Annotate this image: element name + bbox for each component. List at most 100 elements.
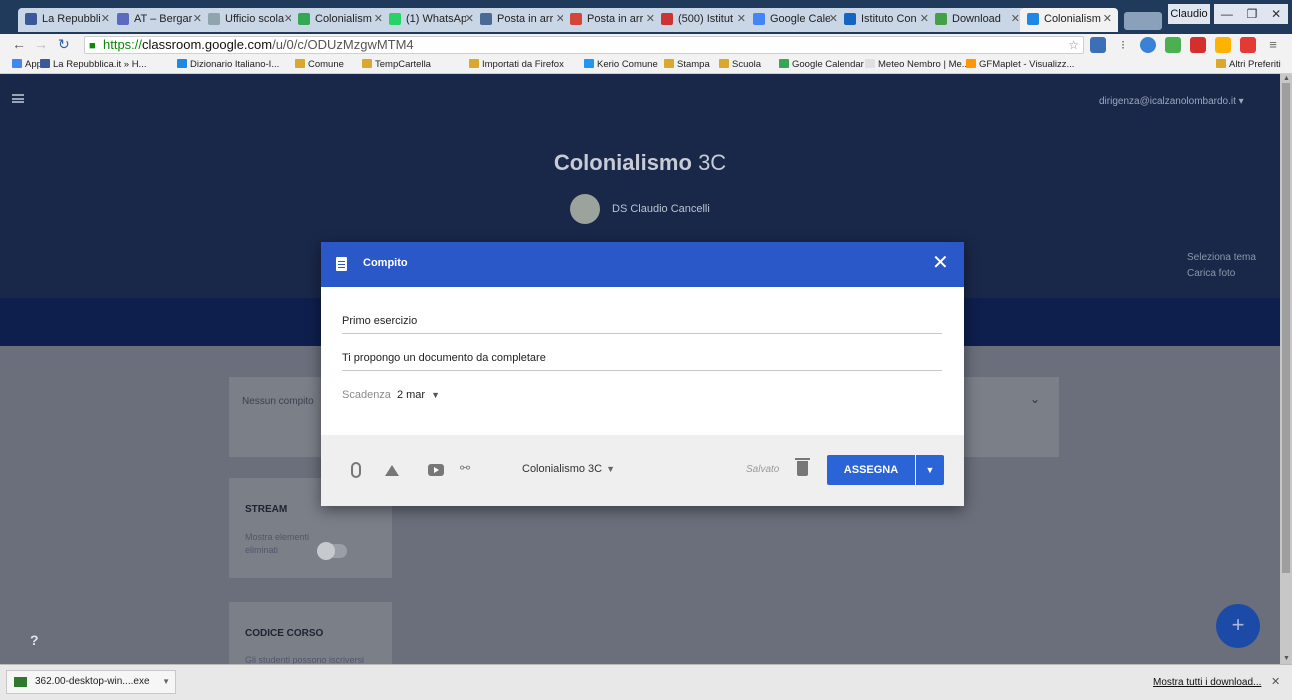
bookmark-item[interactable]: GFMaplet - Visualizz... [966,59,1074,70]
bookmark-label: La Repubblica.it » H... [53,59,147,70]
link-icon[interactable]: ⚯ [460,461,470,475]
bookmark-icon [295,59,305,68]
tab-label: Google Cale [770,13,830,25]
close-window-icon[interactable]: ✕ [1271,7,1281,21]
bookmark-icon [584,59,594,68]
extension-icon[interactable] [1240,37,1256,53]
class-selector[interactable]: Colonialismo 3C ▼ [522,463,615,475]
tab-label: La Repubbli [42,13,101,25]
scroll-up-icon[interactable]: ▲ [1283,75,1290,82]
teacher-name: DS Claudio Cancelli [612,203,710,215]
maximize-icon[interactable]: ❐ [1247,7,1258,21]
menu-icon[interactable] [12,94,24,103]
bookmark-item[interactable]: Stampa [664,59,710,70]
browser-tab[interactable]: (500) Istitut ✕ [654,8,752,32]
browser-tab[interactable]: Colonialism ✕ [1020,8,1118,32]
scroll-down-icon[interactable]: ▼ [1283,655,1290,662]
browser-tab[interactable]: (1) WhatsAp ✕ [382,8,480,32]
instructions-field[interactable]: Ti propongo un documento da completare [342,347,942,371]
bookmark-label: Importati da Firefox [482,59,564,70]
browser-tab[interactable]: Colonialism ✕ [291,8,389,32]
bookmark-icon [362,59,372,68]
bookmark-item[interactable]: La Repubblica.it » H... [40,59,146,70]
bookmark-icon [865,59,875,68]
tab-label: Colonialism [315,13,372,25]
bookmark-icon [12,59,22,68]
browser-tab[interactable]: Posta in arr ✕ [563,8,661,32]
bookmark-item[interactable]: Altri Preferiti [1216,59,1281,70]
download-item[interactable]: 362.00-desktop-win....exe ▼ [6,670,176,694]
close-icon[interactable]: ✕ [932,251,949,275]
bookmark-item[interactable]: Meteo Nembro | Me... [865,59,970,70]
course-code-card: CODICE CORSO Gli studenti possono iscriv… [229,602,392,664]
browser-toolbar: ← → ↻ ■ https://classroom.google.com/u/0… [0,34,1292,56]
tab-close-icon[interactable]: ✕ [101,8,110,30]
browser-tab[interactable]: Istituto Con ✕ [837,8,935,32]
bookmark-icon [966,59,976,68]
reload-icon[interactable]: ↻ [58,36,70,53]
scrollbar-thumb[interactable] [1282,83,1290,573]
assign-options-button[interactable]: ▼ [916,455,944,485]
tab-favicon-icon [25,13,37,25]
chevron-down-icon[interactable]: ⌄ [1030,392,1040,406]
chrome-menu-icon[interactable]: ≡ [1265,37,1281,53]
bookmark-item[interactable]: Google Calendar [779,59,864,70]
class-selector-label: Colonialismo 3C [522,463,603,475]
bookmark-item[interactable]: Dizionario Italiano-I... [177,59,279,70]
tab-close-icon[interactable]: ✕ [1011,8,1020,30]
youtube-icon[interactable] [428,464,444,476]
bookmark-item[interactable]: Kerio Comune [584,59,658,70]
bookmark-item[interactable]: Importati da Firefox [469,59,564,70]
bookmark-icon [779,59,789,68]
bookmark-label: GFMaplet - Visualizz... [979,59,1075,70]
bookmark-item[interactable]: TempCartella [362,59,431,70]
show-deleted-toggle[interactable] [317,542,347,560]
no-assignment-text: Nessun compito [242,396,314,407]
minimize-icon[interactable]: — [1221,7,1233,21]
upload-photo-link[interactable]: Carica foto [1187,266,1256,282]
back-arrow-icon[interactable]: ← [12,36,26,52]
extension-icon[interactable]: ⁝ [1115,37,1131,53]
dialog-header: Compito ✕ [321,242,964,287]
new-tab-button[interactable] [1124,12,1162,30]
browser-tab[interactable]: AT – Bergar ✕ [110,8,208,32]
tab-label: Posta in arr [587,13,644,25]
help-icon[interactable]: ? [30,632,39,648]
bookmark-item[interactable]: App [12,59,42,70]
caret-down-icon: ▼ [431,390,440,400]
assign-button[interactable]: ASSEGNA [827,455,915,485]
extension-icon[interactable] [1090,37,1106,53]
close-icon[interactable]: ✕ [1271,675,1280,688]
bookmark-item[interactable]: Comune [295,59,344,70]
adblock-extension-icon[interactable] [1190,37,1206,53]
google-drive-icon[interactable] [385,465,399,476]
bookmark-item[interactable]: Scuola [719,59,761,70]
browser-profile-button[interactable]: Claudio [1168,4,1210,24]
bookmark-star-icon[interactable]: ☆ [1068,37,1079,53]
browser-tab[interactable]: Ufficio scola ✕ [201,8,299,32]
bookmark-icon [664,59,674,68]
add-button[interactable]: + [1216,604,1260,648]
extension-icon[interactable] [1215,37,1231,53]
evernote-extension-icon[interactable] [1165,37,1181,53]
due-date-picker[interactable]: Scadenza 2 mar ▼ [342,389,440,401]
caret-down-icon[interactable]: ▼ [162,671,170,693]
select-theme-link[interactable]: Seleziona tema [1187,250,1256,266]
tab-close-icon[interactable]: ✕ [737,8,746,30]
url-scheme: https:// [103,37,143,52]
show-all-downloads-link[interactable]: Mostra tutti i download... [1153,677,1261,688]
account-menu[interactable]: dirigenza@icalzanolombardo.it ▾ [1099,96,1244,107]
address-bar[interactable]: ■ https://classroom.google.com/u/0/c/ODU… [84,36,1084,54]
assignment-title-field[interactable]: Primo esercizio [342,310,942,334]
browser-tab[interactable]: La Repubbli ✕ [18,8,116,32]
trash-icon[interactable] [795,458,810,476]
tab-close-icon[interactable]: ✕ [1103,8,1112,30]
browser-tab[interactable]: Google Cale ✕ [746,8,844,32]
browser-tab[interactable]: Posta in arr ✕ [473,8,571,32]
bookmark-label: Altri Preferiti [1229,59,1281,70]
attach-file-icon[interactable] [351,462,361,478]
browser-tab[interactable]: Download ✕ [928,8,1026,32]
avatar [570,194,600,224]
skype-extension-icon[interactable] [1140,37,1156,53]
forward-arrow-icon[interactable]: → [34,36,48,52]
